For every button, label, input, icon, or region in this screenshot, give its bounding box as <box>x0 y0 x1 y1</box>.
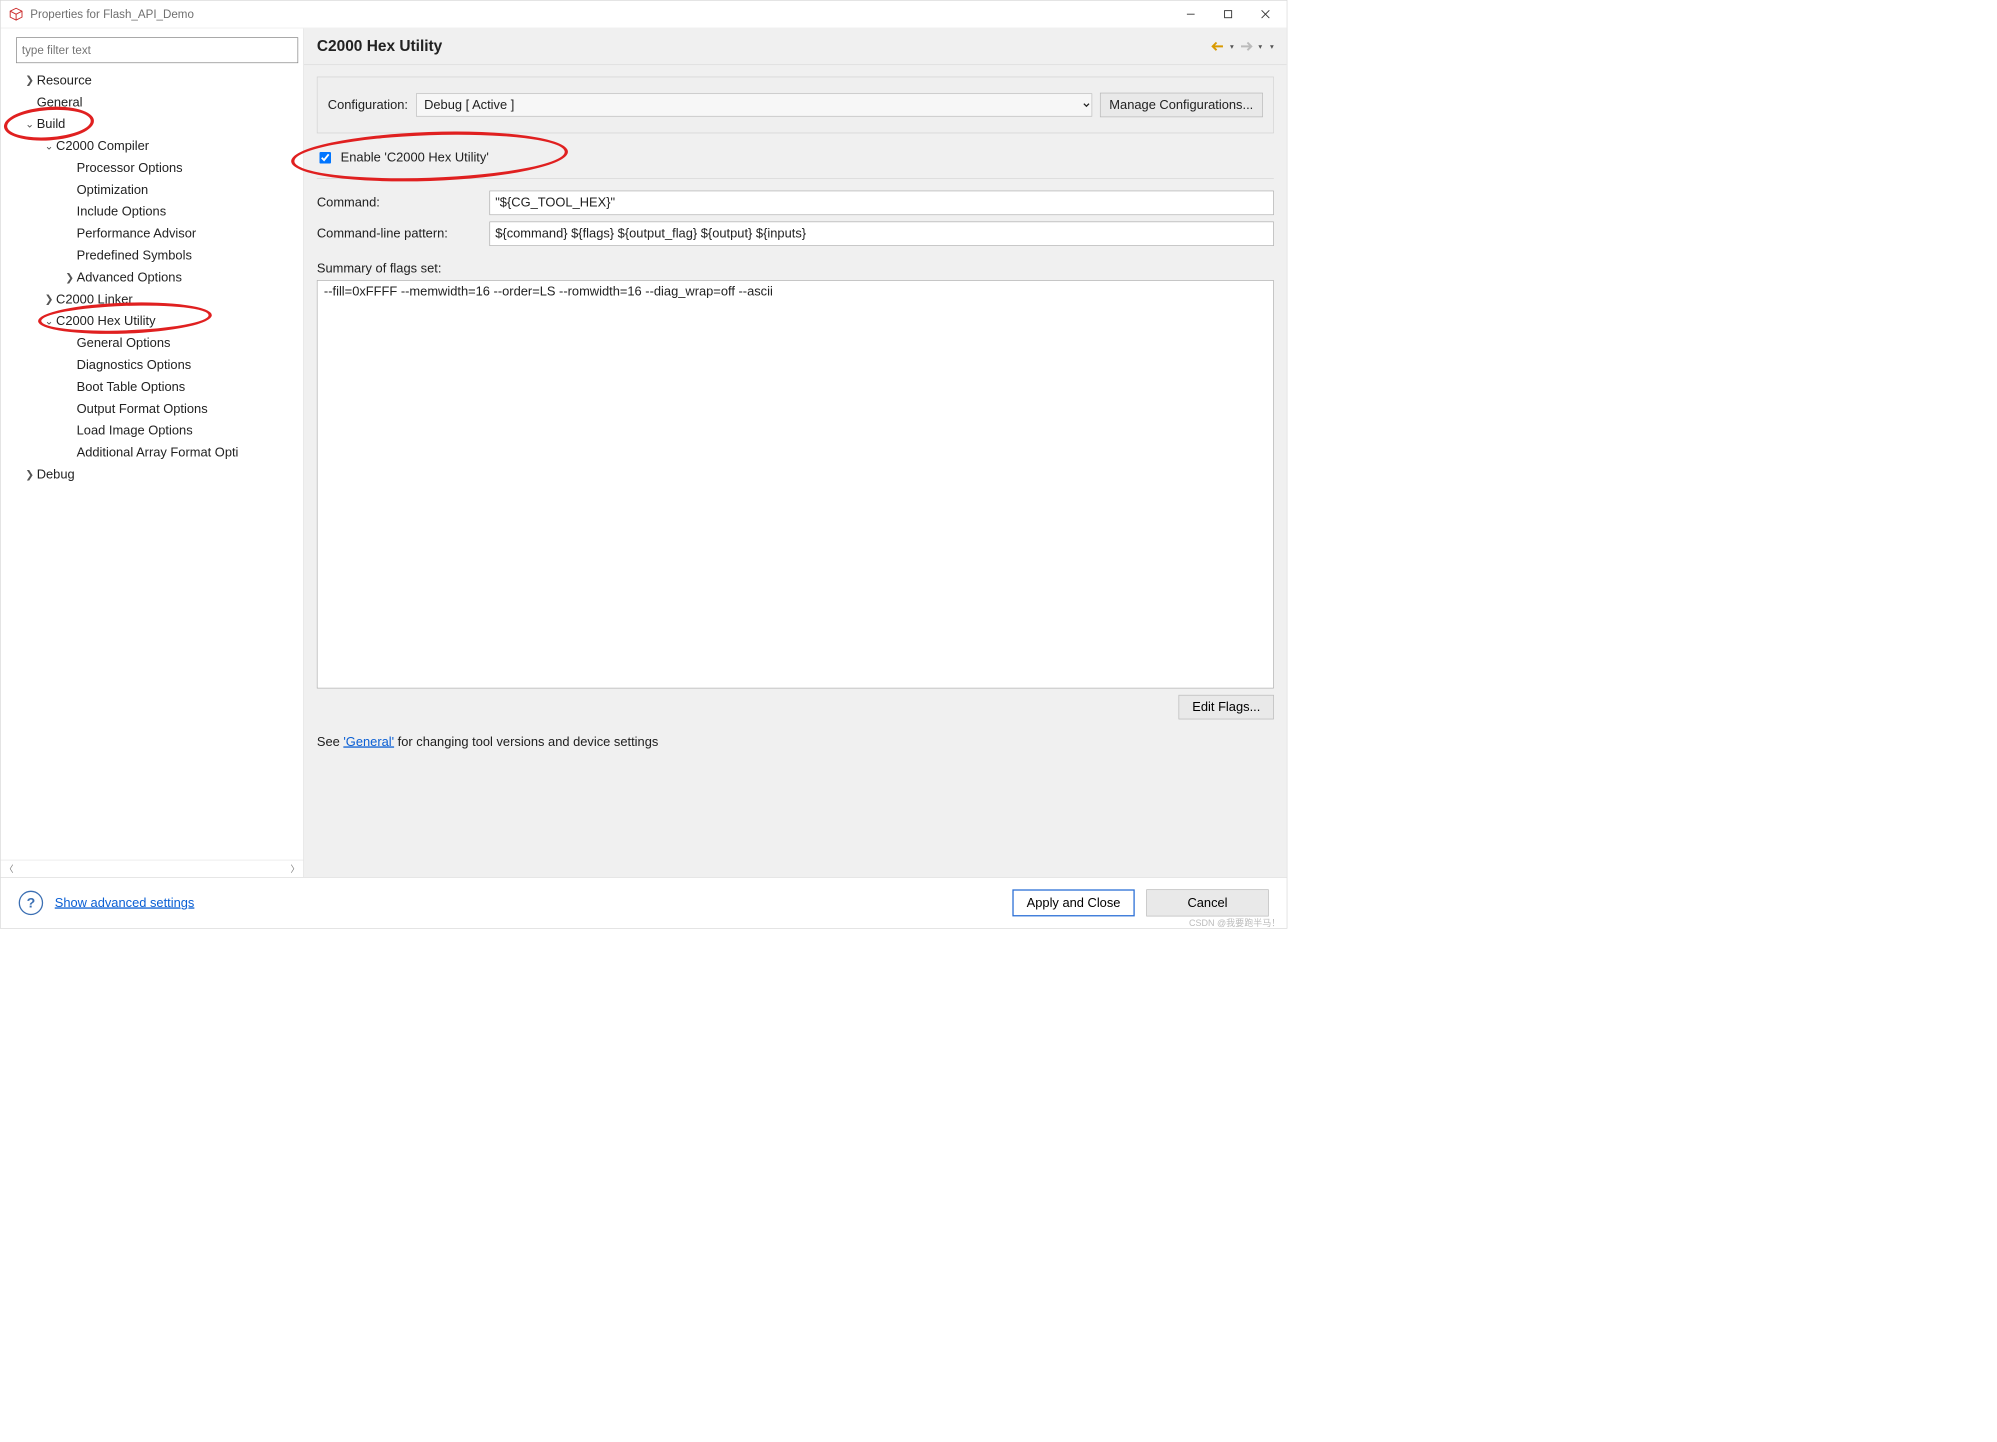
summary-textarea[interactable]: --fill=0xFFFF --memwidth=16 --order=LS -… <box>317 280 1274 688</box>
tree-label: General <box>37 95 83 110</box>
config-label: Configuration: <box>328 98 408 113</box>
tree-label: Performance Advisor <box>77 226 197 241</box>
see-general-note: See 'General' for changing tool versions… <box>317 735 1274 750</box>
app-icon <box>7 5 25 23</box>
separator <box>317 178 1274 179</box>
tree-item-linker[interactable]: ❯C2000 Linker <box>1 289 304 311</box>
command-row: Command: <box>317 191 1274 215</box>
main-panel: C2000 Hex Utility ▾ ▾ ▾ Configuration: D… <box>304 28 1287 877</box>
apply-and-close-button[interactable]: Apply and Close <box>1012 889 1134 916</box>
chevron-right-icon: ❯ <box>42 293 56 306</box>
tree-label: Predefined Symbols <box>77 248 192 263</box>
enable-hex-row: Enable 'C2000 Hex Utility' <box>317 150 1274 165</box>
maximize-button[interactable] <box>1209 1 1246 28</box>
enable-hex-label[interactable]: Enable 'C2000 Hex Utility' <box>317 150 1274 165</box>
page-header: C2000 Hex Utility ▾ ▾ ▾ <box>304 28 1287 65</box>
window-title: Properties for Flash_API_Demo <box>30 7 1172 21</box>
configuration-row: Configuration: Debug [ Active ] Manage C… <box>317 77 1274 134</box>
tree-item-general[interactable]: ❯General <box>1 91 304 113</box>
tree-label: Advanced Options <box>77 270 182 285</box>
tree: ❯Resource ❯General ⌄Build ⌄C2000 Compile… <box>1 67 304 860</box>
tree-item-hex-load-image[interactable]: ❯Load Image Options <box>1 420 304 442</box>
cmdline-row: Command-line pattern: <box>317 222 1274 246</box>
minimize-button[interactable] <box>1172 1 1209 28</box>
close-button[interactable] <box>1247 1 1284 28</box>
summary-block: Summary of flags set: --fill=0xFFFF --me… <box>317 261 1274 688</box>
tree-label: Processor Options <box>77 161 183 176</box>
menu-dd-icon[interactable]: ▾ <box>1270 42 1274 51</box>
tree-label: Output Format Options <box>77 402 208 417</box>
tree-label: Build <box>37 117 66 132</box>
tree-item-build[interactable]: ⌄Build <box>1 113 304 135</box>
see-suffix: for changing tool versions and device se… <box>394 735 658 749</box>
see-prefix: See <box>317 735 344 749</box>
tree-item-hex-general[interactable]: ❯General Options <box>1 332 304 354</box>
tree-label: Optimization <box>77 183 149 198</box>
tree-item-performance-advisor[interactable]: ❯Performance Advisor <box>1 223 304 245</box>
page-title: C2000 Hex Utility <box>317 37 1210 55</box>
chevron-down-icon: ⌄ <box>42 315 56 328</box>
manage-configurations-button[interactable]: Manage Configurations... <box>1100 93 1263 117</box>
chevron-right-icon: ❯ <box>62 271 76 284</box>
command-input[interactable] <box>489 191 1273 215</box>
titlebar: Properties for Flash_API_Demo <box>1 1 1287 29</box>
forward-button[interactable] <box>1238 38 1255 55</box>
tree-label: Boot Table Options <box>77 380 186 395</box>
tree-item-hex-utility[interactable]: ⌄C2000 Hex Utility <box>1 310 304 332</box>
tree-label: Include Options <box>77 204 167 219</box>
tree-item-hex-diagnostics[interactable]: ❯Diagnostics Options <box>1 354 304 376</box>
tree-label: Debug <box>37 467 75 482</box>
edit-flags-button[interactable]: Edit Flags... <box>1179 695 1274 719</box>
cancel-button[interactable]: Cancel <box>1146 889 1268 916</box>
tree-label: General Options <box>77 336 171 351</box>
back-dd-icon[interactable]: ▾ <box>1230 42 1234 51</box>
summary-label: Summary of flags set: <box>317 261 1274 276</box>
tree-item-predefined-symbols[interactable]: ❯Predefined Symbols <box>1 245 304 267</box>
show-advanced-link[interactable]: Show advanced settings <box>55 895 195 910</box>
tree-label: Load Image Options <box>77 423 193 438</box>
tree-item-include-options[interactable]: ❯Include Options <box>1 201 304 223</box>
watermark: CSDN @我要跑半马！ <box>1189 916 1280 929</box>
enable-hex-text: Enable 'C2000 Hex Utility' <box>341 150 489 165</box>
tree-item-optimization[interactable]: ❯Optimization <box>1 179 304 201</box>
sidebar: ❯Resource ❯General ⌄Build ⌄C2000 Compile… <box>1 28 304 877</box>
tree-item-debug[interactable]: ❯Debug <box>1 464 304 486</box>
back-button[interactable] <box>1209 38 1226 55</box>
tree-label: C2000 Hex Utility <box>56 314 156 329</box>
enable-hex-checkbox[interactable] <box>319 152 331 164</box>
tree-label: C2000 Compiler <box>56 139 149 154</box>
chevron-right-icon: ❯ <box>23 74 37 87</box>
command-label: Command: <box>317 195 490 210</box>
tree-item-compiler[interactable]: ⌄C2000 Compiler <box>1 135 304 157</box>
tree-item-advanced-options[interactable]: ❯Advanced Options <box>1 267 304 289</box>
tree-item-processor-options[interactable]: ❯Processor Options <box>1 157 304 179</box>
filter-box <box>16 37 294 63</box>
tree-item-resource[interactable]: ❯Resource <box>1 70 304 92</box>
properties-dialog: Properties for Flash_API_Demo ❯Resource … <box>0 0 1287 929</box>
horizontal-scrollbar[interactable]: 〈〉 <box>1 860 304 877</box>
cmdline-label: Command-line pattern: <box>317 226 490 241</box>
chevron-down-icon: ⌄ <box>42 140 56 153</box>
tree-label: Resource <box>37 73 92 88</box>
tree-label: Diagnostics Options <box>77 358 192 373</box>
filter-input[interactable] <box>16 37 298 63</box>
general-link[interactable]: 'General' <box>343 735 394 749</box>
nav-arrows: ▾ ▾ ▾ <box>1209 38 1273 55</box>
chevron-right-icon: ❯ <box>23 468 37 481</box>
chevron-down-icon: ⌄ <box>23 118 37 131</box>
tree-item-hex-output-format[interactable]: ❯Output Format Options <box>1 398 304 420</box>
tree-item-hex-boot-table[interactable]: ❯Boot Table Options <box>1 376 304 398</box>
cmdline-input[interactable] <box>489 222 1273 246</box>
tree-item-hex-array-format[interactable]: ❯Additional Array Format Opti <box>1 442 304 464</box>
forward-dd-icon[interactable]: ▾ <box>1258 42 1262 51</box>
dialog-footer: ? Show advanced settings Apply and Close… <box>1 877 1287 928</box>
config-select[interactable]: Debug [ Active ] <box>416 93 1092 116</box>
tree-label: C2000 Linker <box>56 292 133 307</box>
tree-label: Additional Array Format Opti <box>77 445 239 460</box>
help-icon[interactable]: ? <box>19 891 43 915</box>
